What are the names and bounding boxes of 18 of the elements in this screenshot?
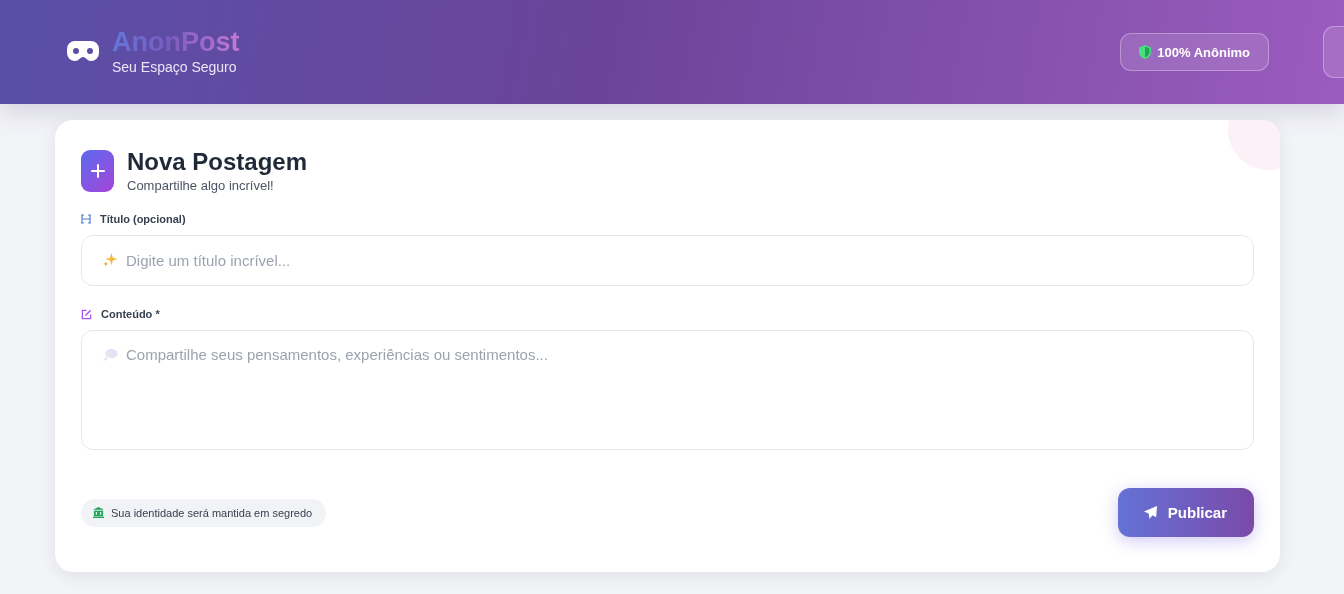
title-input[interactable]: Digite um título incrível...: [81, 235, 1254, 286]
plus-icon: [81, 149, 114, 192]
field-label: Título (opcional): [100, 213, 186, 225]
publish-button[interactable]: Publicar: [1117, 488, 1254, 537]
shield-icon: [1139, 45, 1152, 59]
building-icon: [93, 507, 104, 518]
field-label: Conteúdo *: [101, 308, 160, 320]
header-button[interactable]: [1323, 26, 1344, 78]
edit-icon: [81, 308, 92, 320]
heading-icon: [81, 214, 91, 224]
form-subtitle: Compartilhe algo incrível!: [127, 178, 275, 193]
send-icon: [1142, 505, 1158, 520]
privacy-notice: Sua identidade será mantida em segredo: [81, 498, 327, 527]
anonymous-badge: 100% Anônimo: [1120, 33, 1269, 71]
mask-icon: [66, 40, 100, 62]
tagline: Seu Espaço Seguro: [112, 59, 238, 75]
form-title: Nova Postagem: [127, 148, 308, 176]
content-textarea[interactable]: Compartilhe seus pensamentos, experiências ou sentimentos...: [81, 330, 1254, 450]
